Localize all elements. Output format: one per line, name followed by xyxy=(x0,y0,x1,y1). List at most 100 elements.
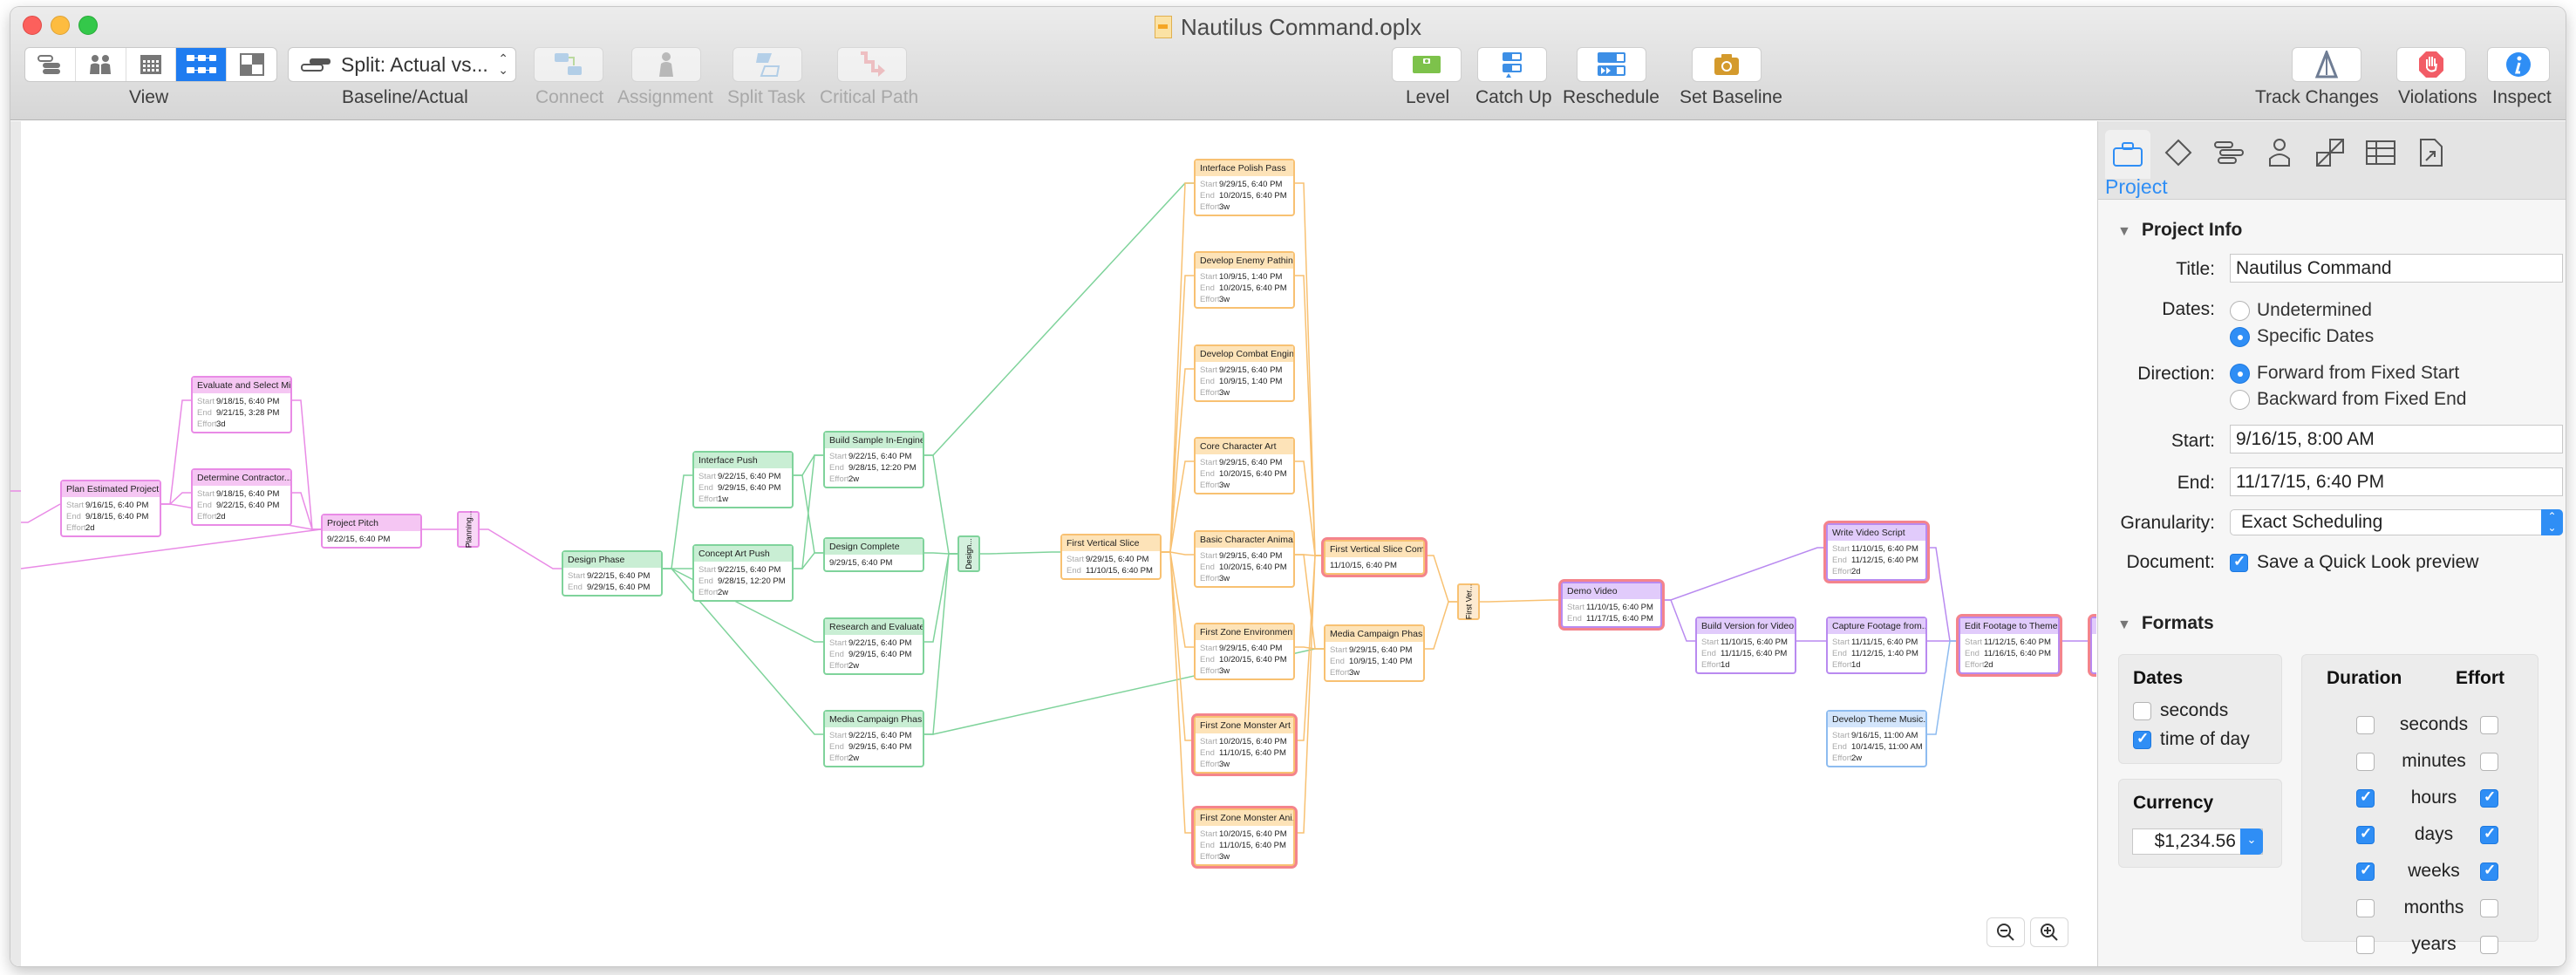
tab-milestone[interactable] xyxy=(2156,130,2201,175)
dates-undetermined-radio[interactable]: Undetermined xyxy=(2230,300,2372,321)
set-baseline-button[interactable] xyxy=(1692,47,1762,82)
effort-years-checkbox[interactable] xyxy=(2480,936,2498,954)
direction-backward-radio[interactable]: Backward from Fixed End xyxy=(2230,389,2466,410)
tab-task[interactable] xyxy=(2206,130,2252,175)
duration-months-checkbox[interactable] xyxy=(2356,899,2375,917)
dates-time-of-day-row[interactable]: time of day xyxy=(2133,729,2250,750)
network-node-core-char[interactable]: Core Character Art Start 9/29/15, 6:40 PM E… xyxy=(1194,437,1295,494)
network-node-theme-music[interactable]: Develop Theme Music... Start 9/16/15, 11:0… xyxy=(1826,710,1927,767)
network-node-capture[interactable]: Capture Footage from... Start 11/11/15, 6:… xyxy=(1826,617,1927,674)
dates-seconds-checkbox[interactable] xyxy=(2133,701,2151,720)
network-node-build-version[interactable]: Build Version for Video... Start 11/10/15,… xyxy=(1695,617,1796,674)
effort-months-checkbox[interactable] xyxy=(2480,899,2498,917)
critical-path-button[interactable] xyxy=(837,47,907,82)
node-field-label: End xyxy=(1200,655,1215,665)
duration-weeks-checkbox[interactable] xyxy=(2356,862,2375,881)
tab-resource[interactable] xyxy=(2257,130,2302,175)
radio-circle xyxy=(2230,389,2250,410)
dependency-line xyxy=(1162,460,1194,553)
network-node-edit-footage[interactable]: Edit Footage to Theme... Start 11/12/15, 6… xyxy=(1959,617,2060,674)
view-network-button[interactable] xyxy=(176,48,228,81)
quicklook-checkbox-row[interactable]: Save a Quick Look preview xyxy=(2230,552,2478,573)
tab-project[interactable] xyxy=(2105,130,2150,179)
dates-time-of-day-checkbox[interactable] xyxy=(2133,730,2151,749)
tab-table[interactable] xyxy=(2358,130,2403,175)
formats-heading[interactable]: ▼ Formats xyxy=(2117,613,2214,634)
violations-button[interactable] xyxy=(2396,47,2466,82)
network-node-enemy-path[interactable]: Develop Enemy Pathin... Start 10/9/15, 1:4… xyxy=(1194,251,1295,309)
project-info-heading[interactable]: ▼ Project Info xyxy=(2117,220,2242,241)
duration-hours-checkbox[interactable] xyxy=(2356,788,2375,808)
currency-select[interactable]: $1,234.56 ⌄ xyxy=(2132,828,2263,855)
network-node-interface-push[interactable]: Interface Push Start 9/22/15, 6:40 PM End 9/… xyxy=(692,451,794,508)
network-node-design-phase[interactable]: Design Phase Start 9/22/15, 6:40 PM End 9/29… xyxy=(562,550,663,597)
network-node-planning[interactable]: Planning... xyxy=(457,511,480,548)
network-node-fvs-complete[interactable]: First Vertical Slice Com... 11/10/15, 6:4… xyxy=(1324,540,1425,575)
catch-up-button[interactable] xyxy=(1477,47,1547,82)
direction-forward-radio[interactable]: Forward from Fixed Start xyxy=(2230,363,2459,384)
network-node-design-complete[interactable]: Design Complete 9/29/15, 6:40 PM xyxy=(823,537,924,572)
inspect-button[interactable] xyxy=(2487,47,2550,82)
baseline-actual-popup[interactable]: Split: Actual vs... ⌃ ⌄ xyxy=(288,47,516,82)
network-node-write-script[interactable]: Write Video Script Start 11/10/15, 6:40 PM… xyxy=(1826,523,1927,581)
network-node-combat[interactable]: Develop Combat Engin... Start 9/29/15, 6:4… xyxy=(1194,344,1295,402)
node-body: Start 11/12/15, 6:40 PM End 11/16/15, 6:40 … xyxy=(1960,634,2058,672)
network-node-evaluate[interactable]: Evaluate and Select Mi... Start 9/18/15, 6… xyxy=(191,376,292,433)
zoom-out-button[interactable] xyxy=(1987,917,2025,947)
network-node-concept-art[interactable]: Concept Art Push Start 9/22/15, 6:40 PM End… xyxy=(692,544,794,602)
network-node-media-orange[interactable]: Media Campaign Phas... Start 9/29/15, 6:40… xyxy=(1324,624,1425,682)
effort-hours-checkbox[interactable] xyxy=(2480,788,2498,808)
duration-seconds-checkbox[interactable] xyxy=(2356,716,2375,734)
connect-button[interactable] xyxy=(534,47,603,82)
network-node-determine[interactable]: Determine Contractor... Start 9/18/15, 6:4… xyxy=(191,468,292,526)
duration-years-checkbox[interactable] xyxy=(2356,936,2375,954)
network-node-build-sample[interactable]: Build Sample In-Engine... Start 9/22/15, 6… xyxy=(823,431,924,488)
view-resource-button[interactable] xyxy=(76,48,126,81)
end-date-field[interactable]: 11/17/15, 6:40 PM xyxy=(2230,467,2563,496)
level-button[interactable] xyxy=(1392,47,1462,82)
node-title: Design Complete xyxy=(825,539,923,555)
track-changes-button[interactable] xyxy=(2292,47,2361,82)
network-node-demo-video[interactable]: Demo Video Start 11/10/15, 6:40 PM End 11/17… xyxy=(1561,582,1662,628)
node-field-row: End 10/20/15, 6:40 PM xyxy=(1196,190,1293,201)
baseline-actual-value: Split: Actual vs... xyxy=(341,52,488,76)
assignment-button[interactable] xyxy=(631,47,701,82)
dates-seconds-row[interactable]: seconds xyxy=(2133,700,2228,721)
zoom-in-button[interactable] xyxy=(2030,917,2068,947)
effort-weeks-checkbox[interactable] xyxy=(2480,862,2498,881)
duration-days-checkbox[interactable] xyxy=(2356,825,2375,844)
network-node-plan[interactable]: Plan Estimated Project... Start 9/16/15, 6… xyxy=(60,480,161,537)
quicklook-checkbox[interactable] xyxy=(2230,553,2248,572)
reschedule-button[interactable] xyxy=(1577,47,1646,82)
network-node-monster-anim[interactable]: First Zone Monster Ani... Start 10/20/15, … xyxy=(1194,808,1295,866)
network-node-fvs-end[interactable]: First Ver... xyxy=(1457,583,1480,620)
effort-minutes-checkbox[interactable] xyxy=(2480,753,2498,771)
network-node-first-vs[interactable]: First Vertical Slice Start 9/29/15, 6:40 P… xyxy=(1060,534,1162,580)
start-date-field[interactable]: 9/16/15, 8:00 AM xyxy=(2230,425,2563,453)
network-node-media-green[interactable]: Media Campaign Phas... Start 9/22/15, 6:40… xyxy=(823,710,924,767)
granularity-select[interactable]: Exact Scheduling ⌃ ⌄ xyxy=(2230,509,2563,535)
node-field-label: Effort xyxy=(829,661,849,671)
node-field-label: Start xyxy=(1832,731,1850,740)
title-field[interactable]: Nautilus Command xyxy=(2230,254,2563,283)
view-split-button[interactable] xyxy=(227,48,276,81)
network-node-design-end[interactable]: Design... xyxy=(957,535,980,572)
effort-days-checkbox[interactable] xyxy=(2480,825,2498,844)
network-node-add-partial[interactable]: AdStartEndEffort xyxy=(2090,617,2096,674)
network-node-research[interactable]: Research and Evaluate... Start 9/22/15, 6:… xyxy=(823,617,924,675)
tab-styles[interactable] xyxy=(2307,130,2353,175)
duration-minutes-checkbox[interactable] xyxy=(2356,753,2375,771)
view-calendar-button[interactable] xyxy=(126,48,177,81)
network-node-monster-art[interactable]: First Zone Monster Art Start 10/20/15, 6:4… xyxy=(1194,716,1295,774)
network-diagram-canvas[interactable]: Plan Estimated Project... Start 9/16/15, 6… xyxy=(10,121,2096,966)
network-node-interface-polish[interactable]: Interface Polish Pass Start 9/29/15, 6:40 … xyxy=(1194,159,1295,216)
effort-seconds-checkbox[interactable] xyxy=(2480,716,2498,734)
network-node-pitch[interactable]: Project Pitch 9/22/15, 6:40 PM xyxy=(321,514,422,549)
split-task-button[interactable] xyxy=(733,47,802,82)
network-node-basic-anim[interactable]: Basic Character Anima... Start 9/29/15, 6:… xyxy=(1194,530,1295,588)
tab-export[interactable] xyxy=(2409,130,2454,175)
dates-specific-radio[interactable]: Specific Dates xyxy=(2230,326,2374,347)
network-node-first-zone-env[interactable]: First Zone Environment... Start 9/29/15, 6… xyxy=(1194,623,1295,680)
node-field-row: Effort3w xyxy=(1196,759,1293,770)
view-task-outline-button[interactable] xyxy=(25,48,76,81)
